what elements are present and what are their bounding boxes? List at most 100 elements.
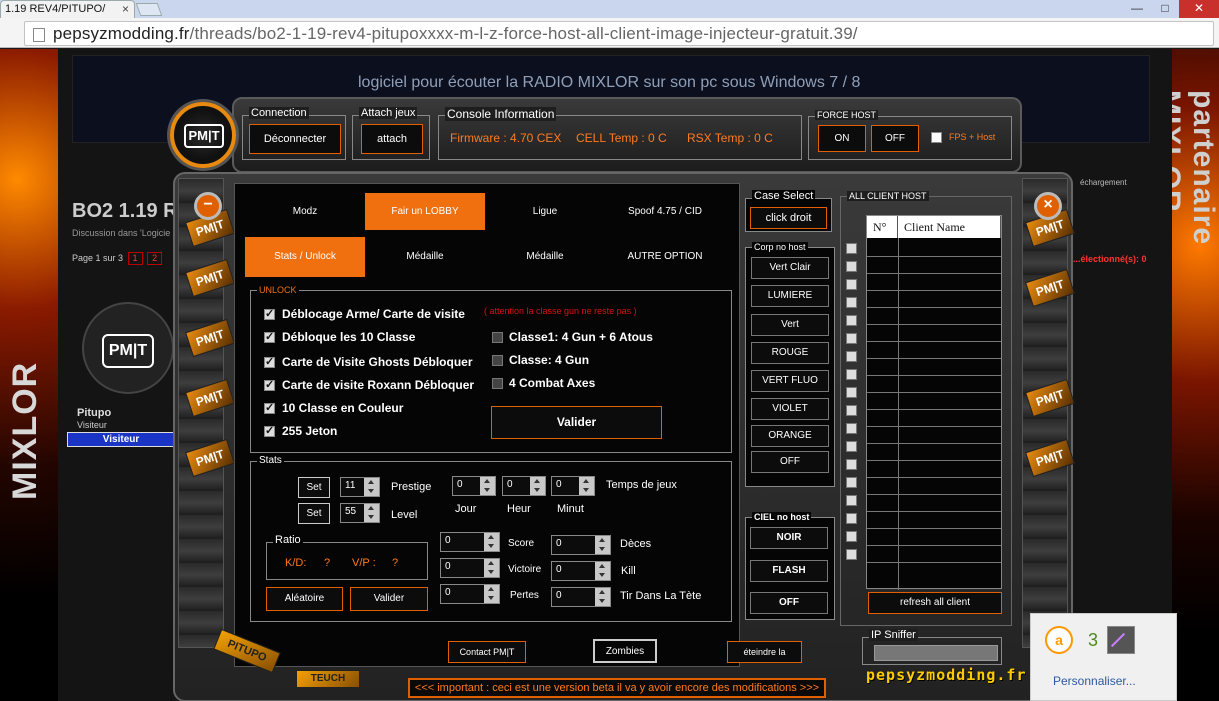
unlock-checkbox[interactable] bbox=[264, 378, 275, 391]
stats-validate-button[interactable]: Valider bbox=[350, 587, 428, 611]
victory-stepper[interactable]: 0 bbox=[440, 558, 500, 578]
table-row[interactable] bbox=[867, 307, 1001, 308]
contact-button[interactable]: Contact PM|T bbox=[448, 641, 526, 663]
table-row[interactable] bbox=[867, 273, 1001, 274]
spin-arrows-icon[interactable] bbox=[484, 533, 499, 551]
close-tool-icon[interactable]: × bbox=[1034, 192, 1062, 220]
ciel-off-button[interactable]: OFF bbox=[750, 592, 828, 614]
class-checkbox[interactable] bbox=[492, 378, 503, 389]
url-input[interactable]: pepsyzmodding.fr/threads/bo2-1-19-rev4-p… bbox=[24, 21, 1214, 46]
tab-ligue[interactable]: Ligue bbox=[485, 193, 605, 230]
table-row[interactable] bbox=[867, 460, 1001, 461]
ciel-noir-button[interactable]: NOIR bbox=[750, 527, 828, 549]
table-row[interactable] bbox=[867, 511, 1001, 512]
extension-badge-icon[interactable]: 3 bbox=[1079, 626, 1107, 654]
unlock-checkbox[interactable] bbox=[264, 424, 275, 437]
table-row[interactable] bbox=[867, 409, 1001, 410]
spin-arrows-icon[interactable] bbox=[484, 559, 499, 577]
table-row[interactable] bbox=[867, 256, 1001, 257]
corp-violet-button[interactable]: VIOLET bbox=[751, 398, 829, 420]
spin-arrows-icon[interactable] bbox=[364, 504, 379, 522]
customize-link[interactable]: Personnaliser... bbox=[1053, 674, 1136, 688]
pen-icon[interactable] bbox=[1107, 626, 1135, 654]
prestige-stepper[interactable]: 11 bbox=[340, 477, 380, 497]
tab-close-icon[interactable]: × bbox=[122, 2, 129, 16]
tab-modz[interactable]: Modz bbox=[245, 193, 365, 230]
table-row[interactable] bbox=[867, 528, 1001, 529]
unlock-checkbox[interactable] bbox=[264, 401, 275, 414]
spin-arrows-icon[interactable] bbox=[595, 588, 610, 606]
set-level-button[interactable]: Set bbox=[298, 503, 330, 524]
unlock-checkbox[interactable] bbox=[264, 330, 275, 343]
turn-off-button[interactable]: éteindre la bbox=[727, 641, 802, 663]
table-row[interactable] bbox=[867, 477, 1001, 478]
spin-arrows-icon[interactable] bbox=[595, 536, 610, 554]
table-row[interactable] bbox=[867, 494, 1001, 495]
subtab-autre-option[interactable]: AUTRE OPTION bbox=[605, 237, 725, 277]
losses-stepper[interactable]: 0 bbox=[440, 584, 500, 604]
subtab-stats-unlock[interactable]: Stats / Unlock bbox=[245, 237, 365, 277]
avatar[interactable]: PM|T bbox=[82, 302, 174, 394]
window-close-icon[interactable]: ✕ bbox=[1179, 0, 1219, 18]
tab-spoof[interactable]: Spoof 4.75 / CID bbox=[605, 193, 725, 230]
corp-vert-fluo-button[interactable]: VERT FLUO bbox=[751, 370, 829, 392]
day-stepper[interactable]: 0 bbox=[452, 476, 496, 496]
corp-vert-clair-button[interactable]: Vert Clair bbox=[751, 257, 829, 279]
hour-stepper[interactable]: 0 bbox=[502, 476, 546, 496]
disconnect-button[interactable]: Déconnecter bbox=[249, 124, 341, 154]
spin-arrows-icon[interactable] bbox=[364, 478, 379, 496]
attach-button[interactable]: attach bbox=[361, 124, 423, 154]
level-stepper[interactable]: 55 bbox=[340, 503, 380, 523]
unlock-validate-button[interactable]: Valider bbox=[491, 406, 662, 439]
table-row[interactable] bbox=[867, 358, 1001, 359]
subtab-medaille-2[interactable]: Médaille bbox=[485, 237, 605, 277]
table-row[interactable] bbox=[867, 443, 1001, 444]
headshot-stepper[interactable]: 0 bbox=[551, 587, 611, 607]
table-row[interactable] bbox=[867, 392, 1001, 393]
unlock-checkbox[interactable] bbox=[264, 355, 275, 368]
spin-arrows-icon[interactable] bbox=[579, 477, 594, 495]
maximize-icon[interactable]: □ bbox=[1151, 0, 1179, 18]
force-host-off-button[interactable]: OFF bbox=[871, 125, 919, 152]
force-host-on-button[interactable]: ON bbox=[818, 125, 866, 152]
corp-orange-button[interactable]: ORANGE bbox=[751, 425, 829, 447]
spin-arrows-icon[interactable] bbox=[480, 477, 495, 495]
avast-icon[interactable]: a bbox=[1045, 626, 1073, 654]
table-row[interactable] bbox=[867, 324, 1001, 325]
fps-host-checkbox[interactable] bbox=[931, 132, 942, 143]
table-row[interactable] bbox=[867, 290, 1001, 291]
unlock-checkbox[interactable] bbox=[264, 307, 275, 320]
banner-text[interactable]: logiciel pour écouter la RADIO MIXLOR su… bbox=[358, 74, 860, 92]
set-prestige-button[interactable]: Set bbox=[298, 477, 330, 498]
corp-vert-button[interactable]: Vert bbox=[751, 314, 829, 336]
spin-arrows-icon[interactable] bbox=[484, 585, 499, 603]
user-name[interactable]: Pitupo bbox=[77, 407, 111, 419]
refresh-clients-button[interactable]: refresh all client bbox=[868, 592, 1002, 614]
table-row[interactable] bbox=[867, 562, 1001, 563]
browser-tab[interactable]: 1.19 REV4/PITUPO/ × bbox=[0, 0, 135, 18]
table-row[interactable] bbox=[867, 545, 1001, 546]
page-link[interactable]: 1 bbox=[127, 252, 143, 265]
ciel-flash-button[interactable]: FLASH bbox=[750, 560, 828, 582]
minimize-tool-icon[interactable]: − bbox=[194, 192, 222, 220]
corp-off-button[interactable]: OFF bbox=[751, 451, 829, 473]
zombies-button[interactable]: Zombies bbox=[593, 639, 657, 663]
kill-stepper[interactable]: 0 bbox=[551, 561, 611, 581]
minimize-icon[interactable]: — bbox=[1123, 0, 1151, 18]
spin-arrows-icon[interactable] bbox=[595, 562, 610, 580]
spin-arrows-icon[interactable] bbox=[530, 477, 545, 495]
subtab-medaille[interactable]: Médaille bbox=[365, 237, 485, 277]
page-link[interactable]: 2 bbox=[147, 252, 163, 265]
class-checkbox[interactable] bbox=[492, 332, 503, 343]
deaths-stepper[interactable]: 0 bbox=[551, 535, 611, 555]
corp-rouge-button[interactable]: ROUGE bbox=[751, 342, 829, 364]
col-header-number[interactable]: N° bbox=[867, 216, 898, 238]
right-click-button[interactable]: click droit bbox=[750, 207, 827, 229]
corp-lumiere-button[interactable]: LUMIERE bbox=[751, 285, 829, 307]
tab-lobby[interactable]: Fair un LOBBY bbox=[365, 193, 485, 230]
minute-stepper[interactable]: 0 bbox=[551, 476, 595, 496]
col-header-client-name[interactable]: Client Name bbox=[898, 216, 1001, 238]
score-stepper[interactable]: 0 bbox=[440, 532, 500, 552]
ip-sniffer-field[interactable] bbox=[874, 645, 998, 661]
random-button[interactable]: Aléatoire bbox=[266, 587, 343, 611]
